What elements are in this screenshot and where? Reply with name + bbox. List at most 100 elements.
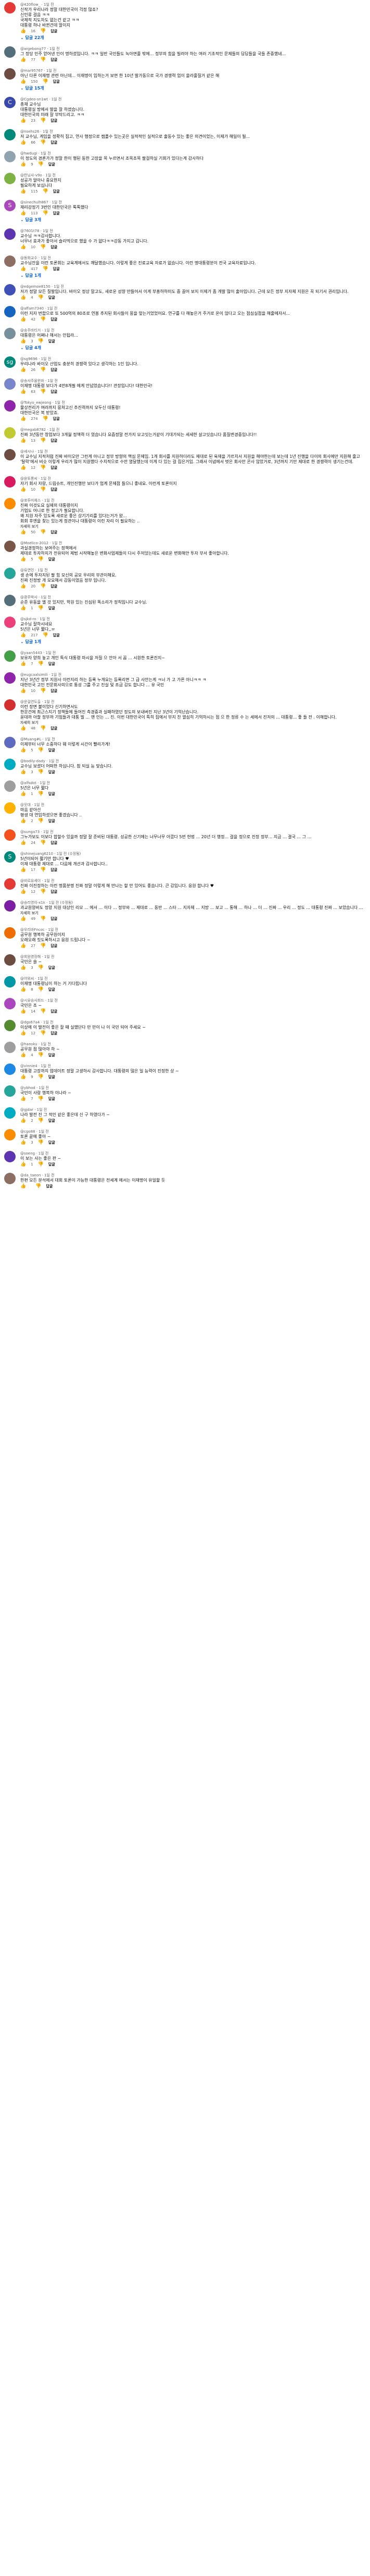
thumbs-down-icon[interactable]: 👎 [38,1074,44,1080]
comment-author[interactable]: @Cgdeo-sn1wt · 1일 전 [20,97,366,102]
reply-button[interactable]: 답글 [50,487,57,492]
thumbs-up-icon[interactable]: 👍 [20,339,26,344]
comment-author[interactable]: @Tokyo_ewjeong · 1일 전 [20,400,366,405]
thumbs-down-icon[interactable]: 👎 [43,189,48,194]
comment-author[interactable]: @회원영장해 · 1일 전 [20,954,366,959]
reply-button[interactable]: 답글 [48,965,55,970]
thumbs-down-icon[interactable]: 👎 [40,438,46,443]
reply-button[interactable]: 답글 [48,339,55,344]
thumbs-up-icon[interactable]: 👍 [20,295,26,300]
thumbs-down-icon[interactable]: 👎 [43,79,48,84]
thumbs-down-icon[interactable]: 👎 [38,987,44,992]
avatar[interactable] [4,1151,16,1162]
thumbs-up-icon[interactable]: 👍 [20,867,26,873]
avatar[interactable] [4,306,16,317]
reply-button[interactable]: 답글 [48,606,55,611]
thumbs-down-icon[interactable]: 👎 [35,1184,41,1189]
thumbs-down-icon[interactable]: 👎 [38,557,44,562]
thumbs-up-icon[interactable]: 👍 [20,245,26,250]
reply-button[interactable]: 답글 [48,1096,55,1101]
reply-button[interactable]: 답글 [50,367,57,373]
reply-button[interactable]: 답글 [53,633,60,638]
thumbs-up-icon[interactable]: 👍 [20,748,26,753]
avatar[interactable] [4,228,16,240]
reply-button[interactable]: 답글 [53,211,60,216]
avatar[interactable] [4,927,16,939]
avatar[interactable] [4,400,16,412]
avatar[interactable]: C [4,97,16,108]
comment-author[interactable]: @vinnie4 · 1일 전 [20,1063,366,1069]
thumbs-down-icon[interactable]: 👎 [38,1096,44,1101]
thumbs-up-icon[interactable]: 👍 [20,688,26,694]
reply-button[interactable]: 답글 [53,416,60,421]
avatar[interactable] [4,46,16,58]
comment-author[interactable]: @세시나 · 1일 전 [20,449,366,454]
comment-author[interactable]: @sunga73 · 1일 전 [20,829,366,835]
reply-button[interactable]: 답글 [50,118,57,123]
avatar[interactable] [4,284,16,296]
reply-button[interactable]: 답글 [48,1074,55,1080]
reply-button[interactable]: 답글 [50,1031,57,1036]
avatar[interactable] [4,2,16,14]
reply-button[interactable]: 답글 [46,1184,53,1189]
thumbs-down-icon[interactable]: 👎 [43,633,48,638]
thumbs-down-icon[interactable]: 👎 [38,965,44,970]
comment-author[interactable]: @승리영이-x1k · 1일 전 (수정됨) [20,900,366,905]
avatar[interactable] [4,427,16,439]
thumbs-up-icon[interactable]: 👍 [20,389,26,394]
reply-button[interactable]: 답글 [50,438,57,443]
thumbs-up-icon[interactable]: 👍 [20,189,26,194]
avatar[interactable] [4,173,16,184]
comment-author[interactable]: @런닝사-v9o · 1일 전 [20,173,366,178]
reply-button[interactable]: 답글 [50,530,57,535]
thumbs-up-icon[interactable]: 👍 [20,211,26,216]
comment-author[interactable]: @nsehs26 · 1일 전 [20,129,366,134]
comment-author[interactable]: @송주바티거 · 1일 전 [20,328,366,333]
view-replies-button[interactable]: ⌄ 답글 1개 [20,639,366,645]
thumbs-up-icon[interactable]: 👍 [20,770,26,775]
thumbs-up-icon[interactable]: 👍 [20,889,26,894]
reply-button[interactable]: 답글 [50,584,57,589]
comment-author[interactable]: @우리바Fncoc · 1일 전 [20,927,366,932]
reply-button[interactable]: 답글 [50,889,57,894]
thumbs-up-icon[interactable]: 👍 [20,633,26,638]
thumbs-up-icon[interactable]: 👍 [20,118,26,123]
thumbs-down-icon[interactable]: 👎 [40,840,46,845]
avatar[interactable] [4,1129,16,1140]
reply-button[interactable]: 답글 [48,1118,55,1123]
comment-author[interactable]: @haeoku · 1일 전 [20,1042,366,1047]
thumbs-up-icon[interactable]: 👍 [20,438,26,443]
reply-button[interactable]: 답글 [53,189,60,194]
thumbs-down-icon[interactable]: 👎 [40,367,46,373]
comment-author[interactable]: @비르유세이 · 1일 전 [20,878,366,883]
thumbs-down-icon[interactable]: 👎 [40,57,46,62]
reply-button[interactable]: 답글 [50,57,57,62]
view-replies-button[interactable]: ⌄ 답글 1개 [20,273,366,278]
thumbs-down-icon[interactable]: 👎 [40,140,46,145]
thumbs-up-icon[interactable]: 👍 [20,487,26,492]
comment-author[interactable]: @포투미체스 · 1일 전 [20,498,366,503]
thumbs-down-icon[interactable]: 👎 [43,416,48,421]
comment-author[interactable]: @mar95767 · 1일 전 [20,68,366,73]
comment-author[interactable]: @affam7340 · 1일 전 [20,306,366,311]
reply-button[interactable]: 답글 [50,140,57,145]
thumbs-down-icon[interactable]: 👎 [43,266,48,272]
avatar[interactable] [4,449,16,460]
avatar[interactable] [4,1063,16,1075]
thumbs-up-icon[interactable]: 👍 [20,162,26,167]
thumbs-down-icon[interactable]: 👎 [40,317,46,322]
reply-button[interactable]: 답글 [50,389,57,394]
thumbs-up-icon[interactable]: 👍 [20,266,26,272]
thumbs-down-icon[interactable]: 👎 [38,1118,44,1123]
thumbs-down-icon[interactable]: 👎 [40,726,46,731]
thumbs-down-icon[interactable]: 👎 [38,1140,44,1145]
thumbs-up-icon[interactable]: 👍 [20,1096,26,1101]
read-more-link[interactable]: 자세히 보기 [20,720,366,725]
comment-author[interactable]: @da_taeon · 1일 전 [20,1173,366,1178]
reply-button[interactable]: 답글 [50,943,57,949]
thumbs-up-icon[interactable]: 👍 [20,661,26,667]
comment-author[interactable]: @윤토롱씨 · 1일 전 [20,476,366,481]
comment-author[interactable]: @edgemoe8150 · 1일 전 [20,284,366,289]
avatar[interactable] [4,699,16,711]
comment-author[interactable]: @alfsdot · 1일 전 [20,780,366,786]
